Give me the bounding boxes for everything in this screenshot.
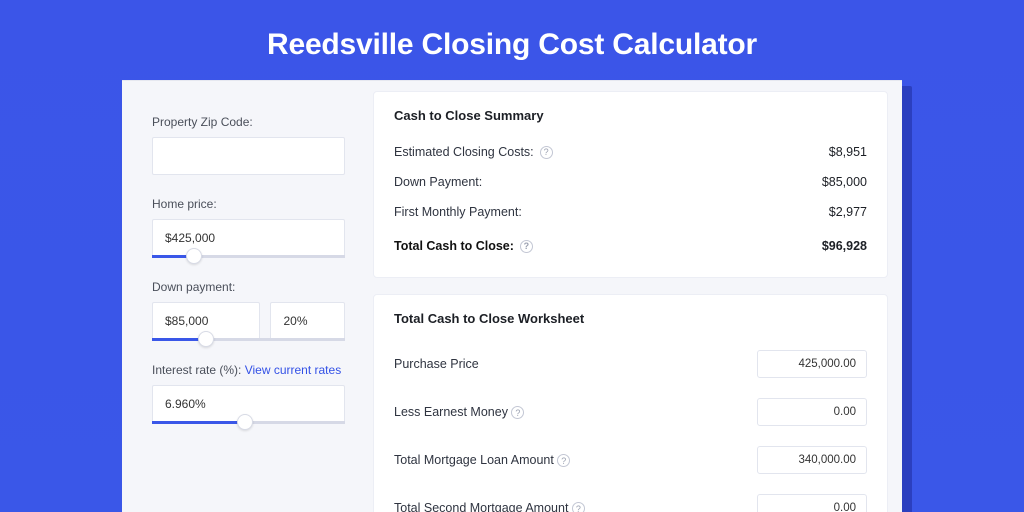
second-mortgage-input[interactable] bbox=[757, 494, 867, 512]
help-icon[interactable]: ? bbox=[557, 454, 570, 467]
calculator-panel: Property Zip Code: Home price: Down paym… bbox=[122, 80, 902, 512]
summary-total-value: $96,928 bbox=[822, 239, 867, 253]
worksheet-row: Total Mortgage Loan Amount ? bbox=[394, 436, 867, 484]
down-payment-pct-input[interactable] bbox=[270, 302, 345, 340]
worksheet-row-label: Total Second Mortgage Amount bbox=[394, 501, 568, 512]
summary-row: Down Payment: $85,000 bbox=[394, 167, 867, 197]
interest-slider-fill bbox=[152, 421, 245, 424]
summary-row-value: $2,977 bbox=[829, 205, 867, 219]
results-main: Cash to Close Summary Estimated Closing … bbox=[367, 81, 902, 512]
down-payment-slider[interactable] bbox=[152, 338, 345, 341]
worksheet-row: Total Second Mortgage Amount ? bbox=[394, 484, 867, 512]
home-price-label: Home price: bbox=[152, 197, 345, 211]
summary-row-label: First Monthly Payment: bbox=[394, 205, 522, 219]
home-price-input[interactable] bbox=[152, 219, 345, 257]
help-icon[interactable]: ? bbox=[520, 240, 533, 253]
summary-heading: Cash to Close Summary bbox=[394, 108, 867, 123]
down-payment-label: Down payment: bbox=[152, 280, 345, 294]
worksheet-row-label: Purchase Price bbox=[394, 357, 479, 371]
zip-label: Property Zip Code: bbox=[152, 115, 345, 129]
summary-row: Estimated Closing Costs: ? $8,951 bbox=[394, 137, 867, 167]
summary-card: Cash to Close Summary Estimated Closing … bbox=[373, 91, 888, 278]
down-payment-slider-thumb[interactable] bbox=[198, 331, 214, 347]
interest-label-prefix: Interest rate (%): bbox=[152, 363, 245, 377]
inputs-sidebar: Property Zip Code: Home price: Down paym… bbox=[122, 81, 367, 512]
zip-input[interactable] bbox=[152, 137, 345, 175]
summary-row-label: Down Payment: bbox=[394, 175, 482, 189]
summary-total-label: Total Cash to Close: bbox=[394, 239, 514, 253]
page-title: Reedsville Closing Cost Calculator bbox=[0, 0, 1024, 80]
summary-row-value: $8,951 bbox=[829, 145, 867, 159]
help-icon[interactable]: ? bbox=[511, 406, 524, 419]
worksheet-heading: Total Cash to Close Worksheet bbox=[394, 311, 867, 326]
earnest-money-input[interactable] bbox=[757, 398, 867, 426]
interest-label: Interest rate (%): View current rates bbox=[152, 363, 345, 377]
help-icon[interactable]: ? bbox=[572, 502, 585, 512]
summary-row-value: $85,000 bbox=[822, 175, 867, 189]
summary-row: First Monthly Payment: $2,977 bbox=[394, 197, 867, 227]
interest-field-block: Interest rate (%): View current rates bbox=[152, 363, 345, 424]
worksheet-row-label: Total Mortgage Loan Amount bbox=[394, 453, 554, 467]
mortgage-amount-input[interactable] bbox=[757, 446, 867, 474]
help-icon[interactable]: ? bbox=[540, 146, 553, 159]
home-price-field-block: Home price: bbox=[152, 197, 345, 258]
view-rates-link[interactable]: View current rates bbox=[245, 363, 342, 377]
zip-field-block: Property Zip Code: bbox=[152, 115, 345, 175]
purchase-price-input[interactable] bbox=[757, 350, 867, 378]
home-price-slider-thumb[interactable] bbox=[186, 248, 202, 264]
down-payment-field-block: Down payment: bbox=[152, 280, 345, 341]
worksheet-row: Purchase Price bbox=[394, 340, 867, 388]
summary-total-row: Total Cash to Close: ? $96,928 bbox=[394, 227, 867, 261]
home-price-slider[interactable] bbox=[152, 255, 345, 258]
interest-slider[interactable] bbox=[152, 421, 345, 424]
interest-slider-thumb[interactable] bbox=[237, 414, 253, 430]
worksheet-row: Less Earnest Money ? bbox=[394, 388, 867, 436]
worksheet-row-label: Less Earnest Money bbox=[394, 405, 508, 419]
worksheet-card: Total Cash to Close Worksheet Purchase P… bbox=[373, 294, 888, 512]
summary-row-label: Estimated Closing Costs: bbox=[394, 145, 534, 159]
